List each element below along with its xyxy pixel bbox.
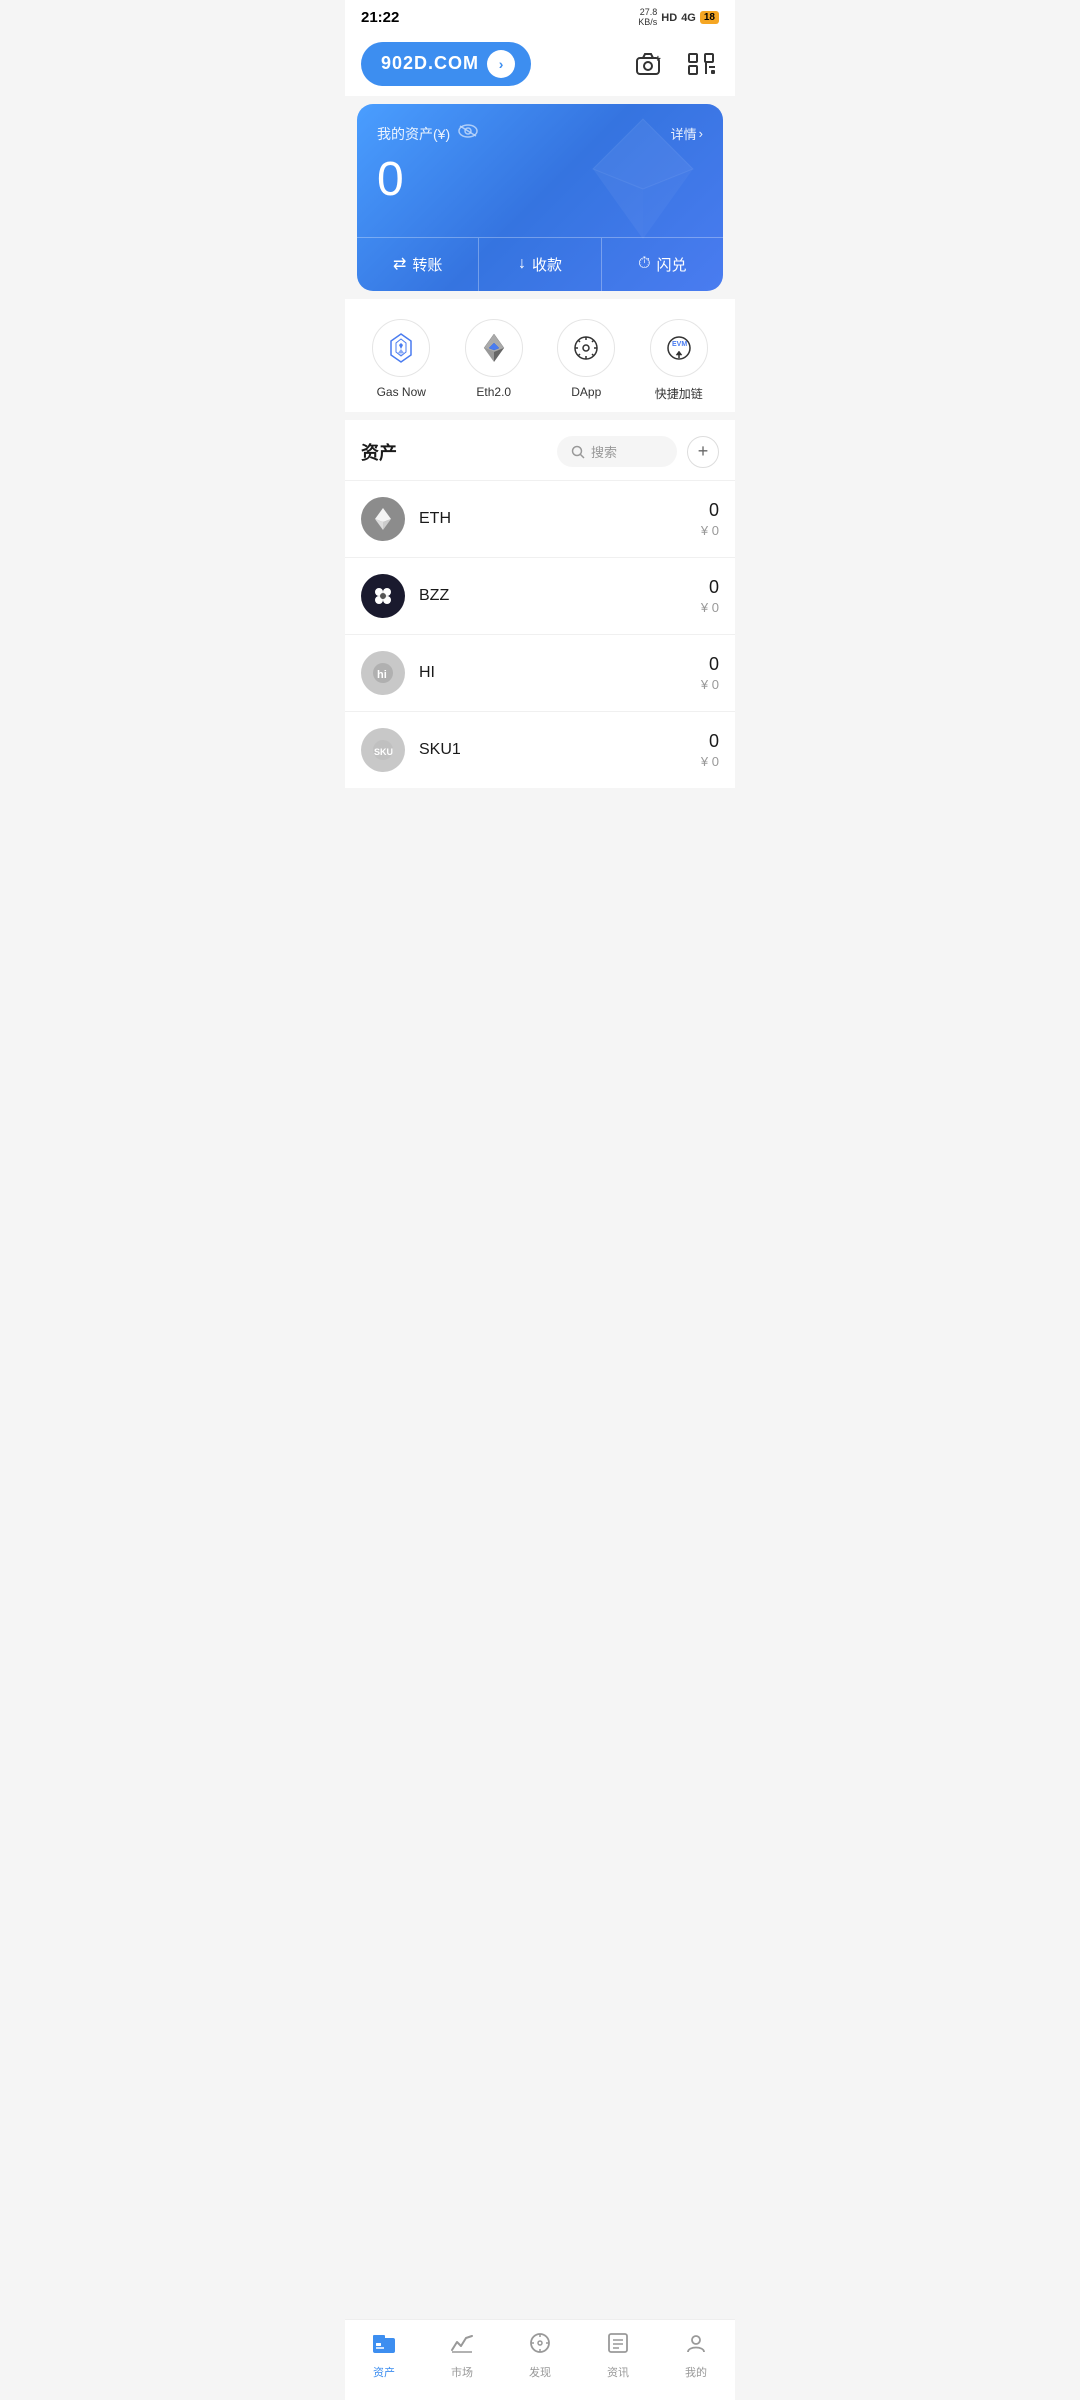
bzz-cny: ¥ 0 bbox=[701, 600, 719, 615]
eye-icon[interactable] bbox=[458, 124, 478, 143]
assets-nav-label: 资产 bbox=[373, 2364, 395, 2380]
transfer-button[interactable]: ⇄ 转账 bbox=[357, 238, 479, 291]
svg-text:hi: hi bbox=[377, 669, 387, 681]
receive-label: 收款 bbox=[532, 254, 562, 275]
brand-arrow-icon: › bbox=[487, 50, 515, 78]
eth2-label: Eth2.0 bbox=[476, 385, 511, 399]
profile-nav-icon bbox=[684, 2332, 708, 2360]
top-nav: 902D.COM › + bbox=[345, 32, 735, 96]
assets-header: 资产 搜索 + bbox=[345, 420, 735, 480]
bottom-nav-profile[interactable]: 我的 bbox=[668, 2328, 724, 2384]
nav-icons: + bbox=[631, 46, 719, 82]
sku1-cny: ¥ 0 bbox=[701, 754, 719, 769]
hi-values: 0 ¥ 0 bbox=[701, 654, 719, 692]
quick-item-quick-chain[interactable]: EVM 快捷加链 bbox=[650, 319, 708, 402]
bottom-nav-discover[interactable]: 发现 bbox=[512, 2328, 568, 2384]
eth2-circle bbox=[465, 319, 523, 377]
asset-list-item[interactable]: SKU SKU1 0 ¥ 0 bbox=[345, 711, 735, 788]
asset-list-item[interactable]: BZZ 0 ¥ 0 bbox=[345, 557, 735, 634]
profile-nav-label: 我的 bbox=[685, 2364, 707, 2380]
sku1-amount: 0 bbox=[701, 731, 719, 752]
status-bar: 21:22 27.8 KB/s HD 4G 18 bbox=[345, 0, 735, 32]
eth-cny: ¥ 0 bbox=[701, 523, 719, 538]
asset-label-text: 我的资产(¥) bbox=[377, 124, 450, 144]
add-asset-button[interactable]: + bbox=[687, 436, 719, 468]
quick-chain-label: 快捷加链 bbox=[655, 385, 703, 402]
transfer-label: 转账 bbox=[412, 254, 442, 275]
asset-card: 我的资产(¥) 详情 › 0 ⇄ 转账 bbox=[357, 104, 723, 291]
eth-name: ETH bbox=[419, 510, 701, 528]
search-placeholder: 搜索 bbox=[591, 442, 617, 461]
assets-nav-icon bbox=[372, 2332, 396, 2360]
eth-logo bbox=[361, 497, 405, 541]
asset-list-item[interactable]: hi HI 0 ¥ 0 bbox=[345, 634, 735, 711]
svg-text:SKU: SKU bbox=[374, 747, 393, 757]
bottom-nav-market[interactable]: 市场 bbox=[434, 2328, 490, 2384]
asset-list-item[interactable]: ETH 0 ¥ 0 bbox=[345, 480, 735, 557]
scan-icon bbox=[687, 52, 715, 76]
news-nav-label: 资讯 bbox=[607, 2364, 629, 2380]
eth-watermark bbox=[583, 114, 703, 249]
quick-item-gas-now[interactable]: Gas Now bbox=[372, 319, 430, 402]
bzz-logo bbox=[361, 574, 405, 618]
swap-icon: ⏱ bbox=[638, 255, 650, 273]
bzz-values: 0 ¥ 0 bbox=[701, 577, 719, 615]
quick-access: Gas Now Eth2.0 bbox=[345, 299, 735, 412]
bottom-nav-news[interactable]: 资讯 bbox=[590, 2328, 646, 2384]
bottom-nav: 资产 市场 发现 bbox=[345, 2319, 735, 2400]
sku1-values: 0 ¥ 0 bbox=[701, 731, 719, 769]
swap-label: 闪兑 bbox=[657, 254, 687, 275]
quick-item-dapp[interactable]: DApp bbox=[557, 319, 615, 402]
battery-icon: 18 bbox=[700, 11, 719, 24]
gas-now-circle bbox=[372, 319, 430, 377]
bzz-amount: 0 bbox=[701, 577, 719, 598]
scan-button[interactable] bbox=[683, 46, 719, 82]
market-nav-icon bbox=[450, 2332, 474, 2360]
search-add-row: 搜索 + bbox=[557, 436, 719, 468]
search-icon bbox=[571, 445, 585, 459]
hi-amount: 0 bbox=[701, 654, 719, 675]
hi-name: HI bbox=[419, 664, 701, 682]
gas-now-label: Gas Now bbox=[377, 385, 426, 399]
bzz-name: BZZ bbox=[419, 587, 701, 605]
search-bar[interactable]: 搜索 bbox=[557, 436, 677, 467]
hi-logo: hi bbox=[361, 651, 405, 695]
status-icons: 27.8 KB/s HD 4G 18 bbox=[638, 8, 719, 28]
hi-cny: ¥ 0 bbox=[701, 677, 719, 692]
sku1-name: SKU1 bbox=[419, 741, 701, 759]
brand-button[interactable]: 902D.COM › bbox=[361, 42, 531, 86]
dapp-label: DApp bbox=[571, 385, 601, 399]
eth-values: 0 ¥ 0 bbox=[701, 500, 719, 538]
bottom-nav-assets[interactable]: 资产 bbox=[356, 2328, 412, 2384]
svg-text:EVM: EVM bbox=[672, 341, 687, 348]
receive-icon: ↓ bbox=[518, 255, 526, 273]
assets-section: 资产 搜索 + ETH 0 ¥ 0 bbox=[345, 420, 735, 788]
network-speed: 27.8 KB/s bbox=[638, 8, 657, 28]
quick-item-eth2[interactable]: Eth2.0 bbox=[465, 319, 523, 402]
discover-nav-label: 发现 bbox=[529, 2364, 551, 2380]
assets-title: 资产 bbox=[361, 439, 397, 465]
eth-amount: 0 bbox=[701, 500, 719, 521]
discover-nav-icon bbox=[528, 2332, 552, 2360]
quick-chain-circle: EVM bbox=[650, 319, 708, 377]
market-nav-label: 市场 bbox=[451, 2364, 473, 2380]
hd-badge: HD bbox=[661, 12, 677, 24]
news-nav-icon bbox=[606, 2332, 630, 2360]
camera-add-icon: + bbox=[635, 52, 663, 76]
svg-text:+: + bbox=[655, 54, 661, 65]
sku1-logo: SKU bbox=[361, 728, 405, 772]
status-time: 21:22 bbox=[361, 9, 399, 26]
network-badge: 4G bbox=[681, 12, 696, 24]
transfer-icon: ⇄ bbox=[393, 254, 406, 274]
dapp-circle bbox=[557, 319, 615, 377]
brand-text: 902D.COM bbox=[381, 53, 479, 74]
add-wallet-button[interactable]: + bbox=[631, 46, 667, 82]
asset-label: 我的资产(¥) bbox=[377, 124, 478, 144]
